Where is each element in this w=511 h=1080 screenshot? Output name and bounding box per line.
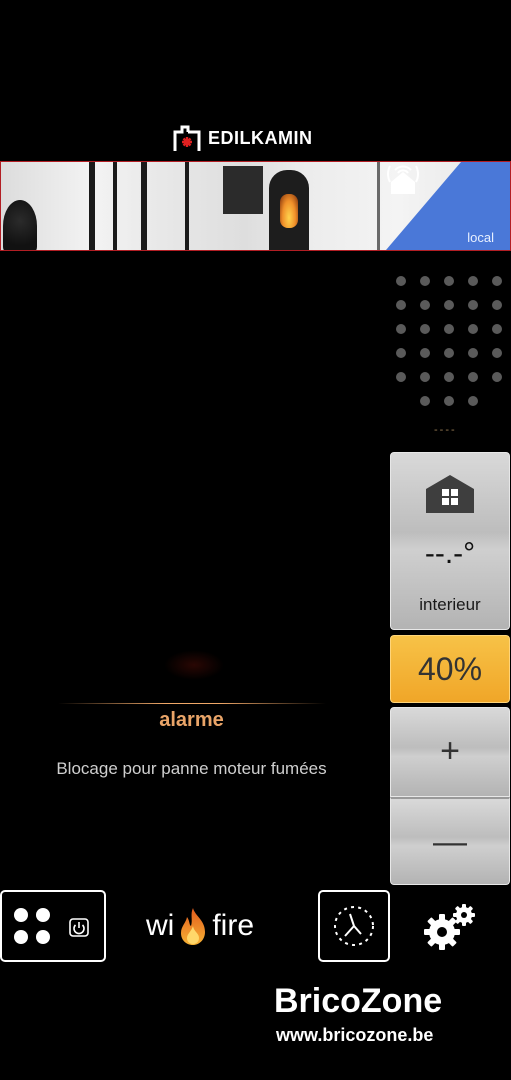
menu-dots-icon — [14, 908, 28, 922]
timer-button[interactable] — [318, 890, 390, 962]
banner-plant — [3, 200, 37, 250]
alarm-message: Blocage pour panne moteur fumées — [56, 759, 327, 778]
temperature-value: --.-° — [424, 537, 476, 570]
banner-stove-flame — [280, 194, 298, 228]
watermark-url: www.bricozone.be — [276, 1025, 434, 1045]
edilkamin-logo: EDILKAMIN — [172, 122, 342, 154]
power-level-dots — [396, 276, 506, 406]
stove-banner: local — [0, 161, 511, 251]
connection-label: local — [467, 230, 494, 245]
wifire-text-left: wi — [146, 909, 175, 942]
logo-text: EDILKAMIN — [208, 127, 313, 148]
status-dashes: ---- — [434, 424, 457, 436]
wifire-text-right: fire — [212, 909, 255, 942]
power-level-display: 40% — [390, 635, 510, 703]
flame-icon — [181, 908, 206, 945]
flame-glow — [164, 650, 224, 680]
temperature-tile[interactable]: --.-° interieur — [390, 452, 510, 630]
banner-wall-frame — [223, 166, 263, 214]
wifire-logo: wi fire — [146, 906, 276, 946]
watermark-brand: BricoZone — [274, 982, 443, 1020]
alarm-divider — [58, 703, 326, 704]
decrease-power-button[interactable]: — — [390, 797, 510, 885]
plus-icon: + — [440, 732, 460, 770]
temperature-label: interieur — [419, 595, 481, 614]
router-wifi-icon — [387, 165, 419, 194]
alarm-title: alarme — [159, 709, 224, 731]
menu-power-button[interactable] — [0, 890, 106, 962]
power-icon — [69, 918, 89, 937]
house-icon — [426, 475, 474, 513]
minus-icon: — — [433, 823, 467, 861]
connection-badge[interactable]: local — [386, 162, 510, 250]
settings-gear-icon[interactable] — [420, 900, 480, 952]
edilkamin-logo-mark — [173, 125, 201, 151]
clock-icon — [334, 906, 374, 946]
increase-power-button[interactable]: + — [390, 707, 510, 797]
